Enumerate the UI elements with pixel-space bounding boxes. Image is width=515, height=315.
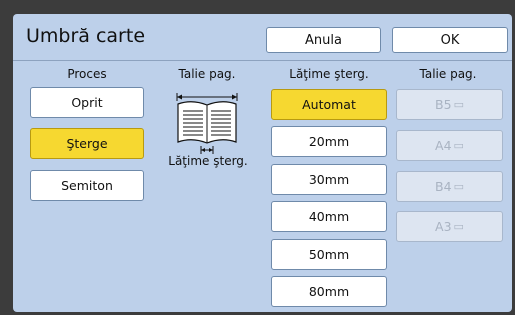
book-width-illustration-icon [176, 93, 238, 154]
portrait-page-icon: ▭ [453, 220, 464, 233]
erase-width-50mm[interactable]: 50mm [271, 239, 387, 270]
paper-size-b4: B4 ▭ [396, 171, 503, 202]
book-shadow-dialog: Umbră carte Anula OK Proces Talie pag. L… [13, 14, 512, 312]
page-size-illustration-header: Talie pag. [178, 67, 236, 81]
paper-size-b4-label: B4 [435, 179, 452, 194]
process-header: Proces [67, 67, 107, 81]
erase-width-20mm[interactable]: 20mm [271, 126, 387, 157]
cancel-button[interactable]: Anula [266, 27, 381, 53]
process-option-sterge[interactable]: Şterge [30, 128, 144, 159]
portrait-page-icon: ▭ [453, 180, 464, 193]
paper-size-header: Talie pag. [419, 67, 477, 81]
process-option-oprit[interactable]: Oprit [30, 87, 144, 118]
erase-width-30mm[interactable]: 30mm [271, 164, 387, 195]
paper-size-b5: B5 ▭ [396, 89, 503, 120]
dialog-title: Umbră carte [26, 25, 146, 47]
header-divider [13, 60, 512, 61]
portrait-page-icon: ▭ [453, 139, 464, 152]
process-option-semiton[interactable]: Semiton [30, 170, 144, 201]
dialog-header: Umbră carte Anula OK [13, 14, 512, 58]
erase-width-80mm[interactable]: 80mm [271, 276, 387, 307]
paper-size-a3-label: A3 [435, 219, 452, 234]
paper-size-a4: A4 ▭ [396, 130, 503, 161]
paper-size-a3: A3 ▭ [396, 211, 503, 242]
erase-width-header: Lăţime şterg. [289, 67, 369, 81]
erase-width-40mm[interactable]: 40mm [271, 201, 387, 232]
portrait-page-icon: ▭ [453, 98, 464, 111]
erase-width-caption: Lăţime şterg. [168, 154, 248, 168]
erase-width-automat[interactable]: Automat [271, 89, 387, 120]
ok-button[interactable]: OK [392, 27, 508, 53]
paper-size-b5-label: B5 [435, 97, 452, 112]
paper-size-a4-label: A4 [435, 138, 452, 153]
